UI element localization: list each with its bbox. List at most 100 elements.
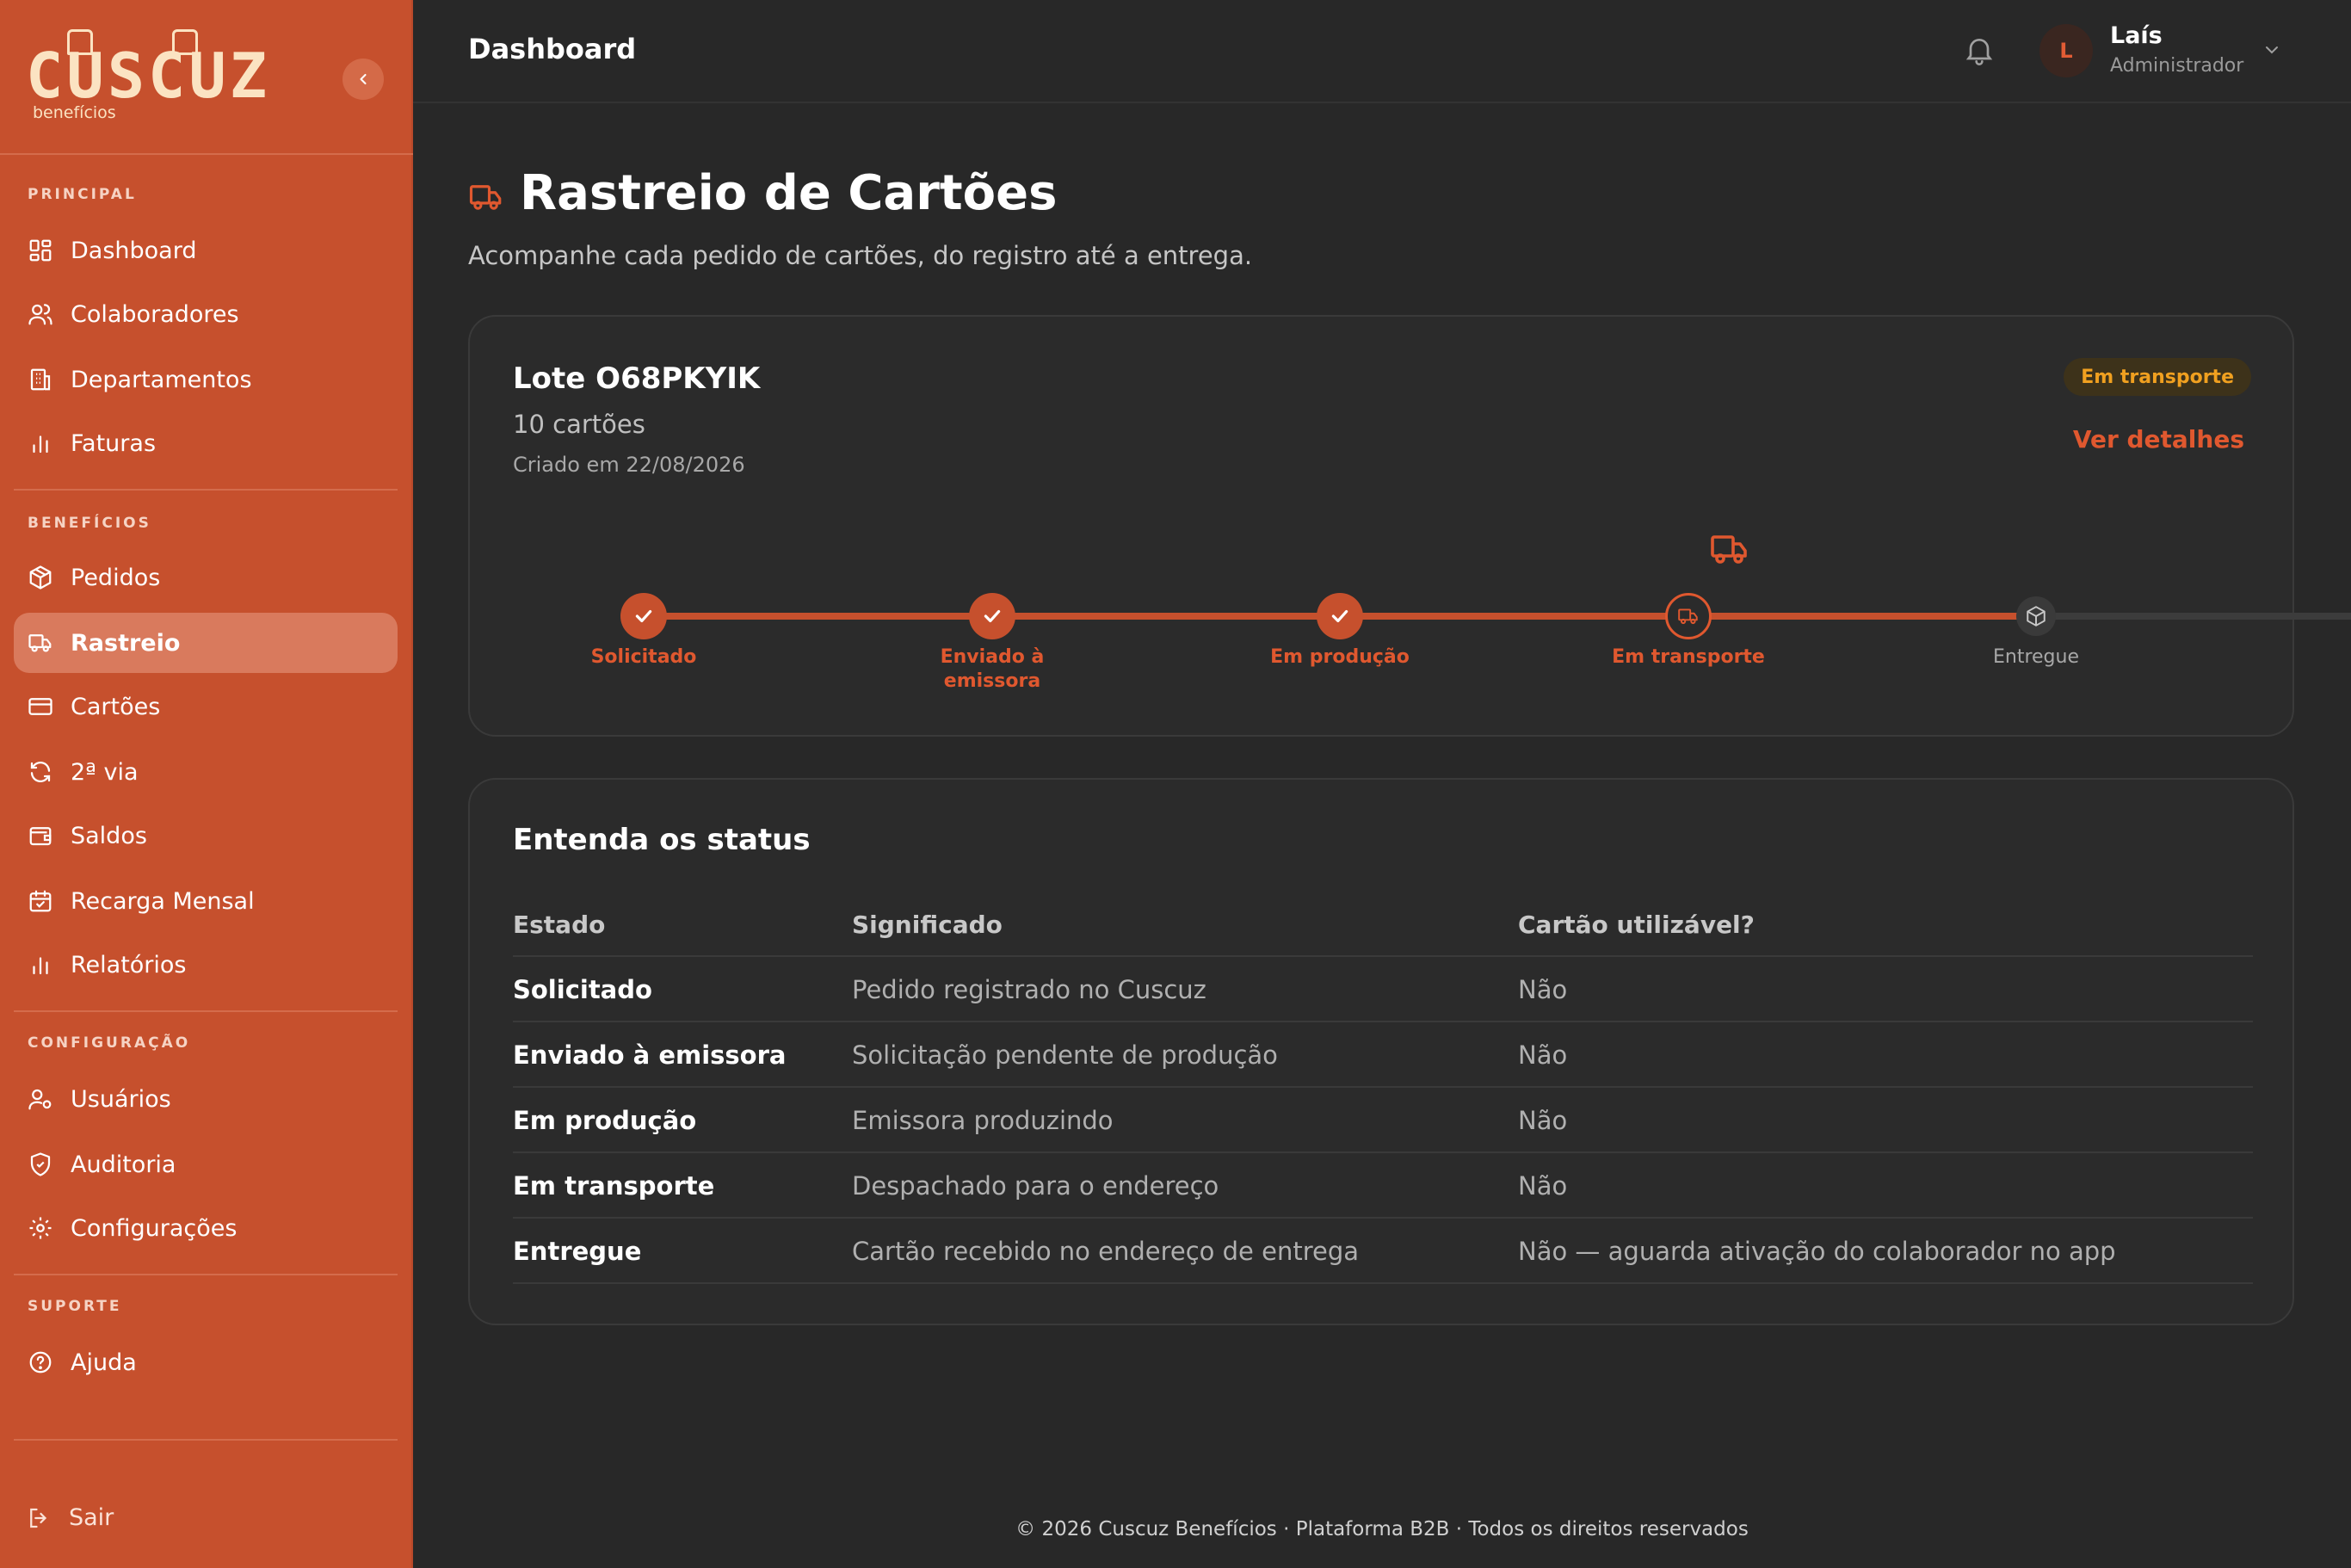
user-role: Administrador xyxy=(2110,55,2244,77)
sidebar-item-dashboard[interactable]: Dashboard xyxy=(14,220,398,281)
section-label-configuracao: CONFIGURAÇÃO xyxy=(28,1034,191,1052)
table-cell: Emissora produzindo xyxy=(852,1106,1114,1135)
logout-label: Sair xyxy=(69,1504,114,1531)
top-bar: Dashboard L Laís Administrador xyxy=(413,0,2351,103)
sidebar-item-configuracoes[interactable]: Configurações xyxy=(14,1198,398,1258)
wallet-icon xyxy=(28,823,53,849)
order-card: Lote O68PKYIK 10 cartões Criado em 22/08… xyxy=(468,315,2351,737)
section-label-beneficios: BENEFÍCIOS xyxy=(28,515,151,532)
sidebar-item-colaboradores[interactable]: Colaboradores xyxy=(14,284,398,344)
bar-chart-icon xyxy=(28,430,53,456)
sidebar-item-label: Dashboard xyxy=(71,237,197,264)
status-table: Estado Significado Cartão utilizável? So… xyxy=(513,892,2253,1284)
step-enviado-dot xyxy=(969,593,1015,639)
table-row: Em produção Emissora produzindo Não xyxy=(513,1088,2253,1153)
sidebar-item-recarga-mensal[interactable]: Recarga Mensal xyxy=(14,871,398,931)
sidebar-item-usuarios[interactable]: Usuários xyxy=(14,1069,398,1129)
nav-divider xyxy=(14,1274,398,1275)
truck-icon xyxy=(28,630,53,656)
table-cell: Não — aguarda ativação do colaborador no… xyxy=(1518,1237,2116,1266)
help-circle-icon xyxy=(28,1349,53,1375)
sidebar-item-label: Usuários xyxy=(71,1085,171,1113)
logo-area: CUSCUZ benefícios xyxy=(0,0,413,155)
table-cell: Não xyxy=(1518,1106,1568,1135)
check-icon xyxy=(984,609,1001,623)
sidebar-item-label: 2ª via xyxy=(71,758,139,786)
users-icon xyxy=(28,301,53,327)
sidebar-item-relatorios[interactable]: Relatórios xyxy=(14,935,398,995)
footer: © 2026 Cuscuz Benefícios · Plataforma B2… xyxy=(1015,1518,1749,1540)
sidebar-item-label: Pedidos xyxy=(71,564,161,591)
step-enviado-label: Enviado à emissora xyxy=(940,646,1045,692)
column-header: Significado xyxy=(852,910,1003,939)
order-card-count: 10 cartões xyxy=(513,410,645,439)
step-solicitado-dot xyxy=(620,593,667,639)
nav-divider xyxy=(14,1439,398,1441)
section-label-suporte: SUPORTE xyxy=(28,1298,122,1315)
truck-icon xyxy=(1678,608,1698,625)
chevron-down-icon[interactable] xyxy=(2262,40,2282,60)
step-transporte-dot xyxy=(1665,593,1712,639)
sidebar-item-faturas[interactable]: Faturas xyxy=(14,413,398,473)
sidebar-item-saldos[interactable]: Saldos xyxy=(14,806,398,866)
table-row: Solicitado Pedido registrado no Cuscuz N… xyxy=(513,957,2253,1022)
sidebar-item-pedidos[interactable]: Pedidos xyxy=(14,547,398,608)
sidebar-item-label: Recarga Mensal xyxy=(71,887,255,915)
collapse-sidebar-button[interactable] xyxy=(342,59,384,100)
order-title: Lote O68PKYIK xyxy=(513,361,761,396)
logo-subtitle: benefícios xyxy=(33,103,116,122)
sidebar-item-label: Ajuda xyxy=(71,1349,137,1376)
sidebar-item-ajuda[interactable]: Ajuda xyxy=(14,1332,398,1392)
package-icon xyxy=(2027,606,2046,627)
user-key-icon xyxy=(28,1086,53,1112)
gear-icon xyxy=(28,1215,53,1241)
table-header-row: Estado Significado Cartão utilizável? xyxy=(513,892,2253,957)
sidebar: CUSCUZ benefícios PRINCIPAL Dashboard Co… xyxy=(0,0,413,1568)
sidebar-item-departamentos[interactable]: Departamentos xyxy=(14,349,398,410)
sidebar-item-label: Auditoria xyxy=(71,1151,176,1178)
sidebar-item-auditoria[interactable]: Auditoria xyxy=(14,1134,398,1195)
table-cell: Em transporte xyxy=(513,1171,715,1201)
user-name[interactable]: Laís xyxy=(2110,22,2163,49)
sidebar-item-cartoes[interactable]: Cartões xyxy=(14,676,398,737)
avatar[interactable]: L xyxy=(2039,24,2093,77)
logo: CUSCUZ xyxy=(26,40,271,112)
sidebar-item-label: Relatórios xyxy=(71,951,187,978)
table-row: Em transporte Despachado para o endereço… xyxy=(513,1153,2253,1219)
progress-track-remaining xyxy=(2026,613,2351,620)
bar-chart-icon xyxy=(28,952,53,978)
order-created-date: Criado em 22/08/2026 xyxy=(513,453,745,477)
logout-button[interactable]: Sair xyxy=(26,1504,114,1531)
nav-divider xyxy=(14,489,398,491)
table-cell: Em produção xyxy=(513,1106,697,1135)
step-entregue-label: Entregue xyxy=(1992,646,2079,668)
truck-icon xyxy=(1711,535,1747,564)
sidebar-item-label: Rastreio xyxy=(71,629,181,657)
refresh-icon xyxy=(28,759,53,785)
bell-icon[interactable] xyxy=(1962,33,1996,67)
header-title: Dashboard xyxy=(468,33,637,65)
column-header: Estado xyxy=(513,910,606,939)
table-cell: Pedido registrado no Cuscuz xyxy=(852,975,1206,1004)
building-icon xyxy=(28,367,53,392)
column-header: Cartão utilizável? xyxy=(1518,910,1755,939)
logout-icon xyxy=(30,1508,47,1528)
table-cell: Entregue xyxy=(513,1237,642,1266)
table-cell: Solicitação pendente de produção xyxy=(852,1040,1278,1070)
legend-title: Entenda os status xyxy=(513,823,811,857)
table-cell: Despachado para o endereço xyxy=(852,1171,1219,1201)
view-details-link[interactable]: Ver detalhes xyxy=(2073,425,2244,454)
status-legend-card: Entenda os status Estado Significado Car… xyxy=(468,778,2294,1325)
check-icon xyxy=(635,609,652,623)
sidebar-item-rastreio[interactable]: Rastreio xyxy=(14,613,398,673)
step-producao-dot xyxy=(1317,593,1363,639)
sidebar-item-segunda-via[interactable]: 2ª via xyxy=(14,742,398,802)
page-subtitle: Acompanhe cada pedido de cartões, do reg… xyxy=(468,241,1253,270)
table-row: Entregue Cartão recebido no endereço de … xyxy=(513,1219,2253,1284)
step-entregue-dot xyxy=(2016,596,2056,636)
sidebar-item-label: Departamentos xyxy=(71,366,252,393)
table-row: Enviado à emissora Solicitação pendente … xyxy=(513,1022,2253,1088)
table-cell: Enviado à emissora xyxy=(513,1040,787,1070)
shield-check-icon xyxy=(28,1151,53,1177)
table-cell: Não xyxy=(1518,975,1568,1004)
